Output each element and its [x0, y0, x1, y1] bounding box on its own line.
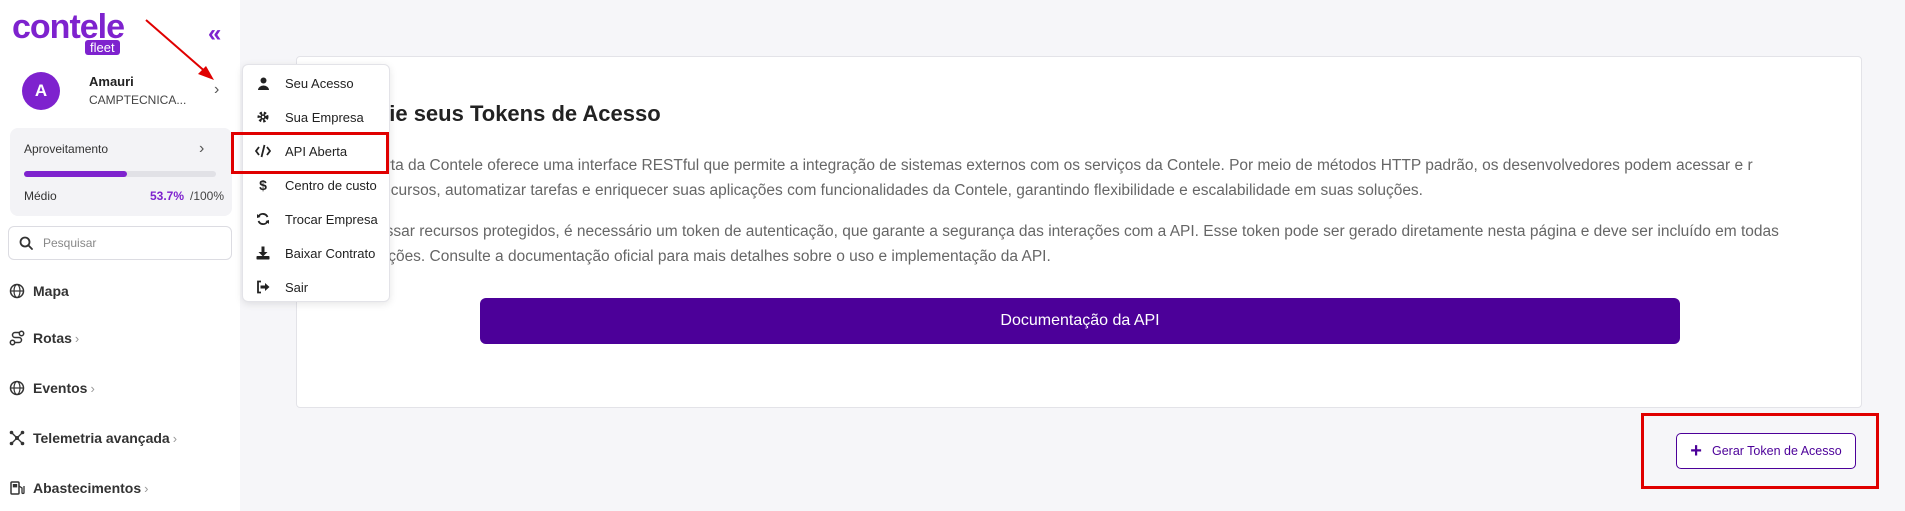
sidebar-item-eventos[interactable]: Eventos ›: [8, 375, 95, 401]
route-icon: [8, 329, 26, 347]
sidebar-item-label: Telemetria avançada: [33, 430, 170, 446]
highlight-box-api-aberta: [231, 132, 389, 174]
menu-item-sair[interactable]: Sair: [243, 272, 389, 302]
page-title: cie seus Tokens de Acesso: [377, 101, 661, 126]
fuel-icon: [8, 479, 26, 497]
performance-title: Aproveitamento: [24, 142, 109, 156]
globe-icon: [8, 282, 26, 300]
api-description: erta da Contele oferece uma interface RE…: [377, 157, 1753, 199]
performance-total: /100%: [190, 189, 225, 203]
annotation-arrow-icon: [145, 19, 214, 80]
api-documentation-button[interactable]: Documentação da API: [480, 298, 1680, 344]
chevron-right-icon: ›: [74, 330, 80, 346]
search-icon: [19, 236, 33, 250]
logout-icon: [255, 279, 271, 295]
logo-wordmark: contele: [12, 8, 125, 46]
sidebar-item-rotas[interactable]: Rotas ›: [8, 325, 79, 351]
sidebar-item-label: Abastecimentos: [33, 480, 142, 496]
sidebar-item-abastecimentos[interactable]: Abastecimentos ›: [8, 475, 149, 501]
user-dropdown-menu: Seu Acesso Sua Empresa API Aberta $ Cent…: [242, 64, 390, 302]
api-tokens-card: cie seus Tokens de Acesso erta da Contel…: [296, 56, 1862, 408]
sidebar-item-telemetria[interactable]: Telemetria avançada ›: [8, 425, 177, 451]
user-icon: [255, 75, 271, 91]
chevron-right-icon: ›: [90, 380, 95, 396]
menu-item-label: Trocar Empresa: [285, 211, 378, 227]
menu-item-label: Baixar Contrato: [285, 245, 376, 261]
menu-item-baixar-contrato[interactable]: Baixar Contrato: [243, 238, 389, 268]
menu-item-sua-empresa[interactable]: Sua Empresa: [243, 102, 389, 132]
menu-item-seu-acesso[interactable]: Seu Acesso: [243, 68, 389, 98]
performance-percent: 53.7%: [150, 189, 185, 203]
search-input[interactable]: [43, 233, 223, 253]
highlight-box-generate-token: [1641, 413, 1879, 489]
chevron-right-icon: ›: [144, 480, 149, 496]
network-icon: [8, 429, 26, 447]
sidebar-item-mapa[interactable]: Mapa: [8, 278, 69, 304]
menu-item-label: Sua Empresa: [285, 109, 364, 125]
user-company: CAMPTECNICA...: [89, 93, 187, 107]
logo-subtitle: fleet: [85, 40, 120, 55]
chevron-right-icon[interactable]: ›: [199, 140, 204, 158]
menu-item-label: Sair: [285, 279, 309, 295]
sidebar-item-label: Eventos: [33, 380, 88, 396]
dollar-icon: $: [259, 177, 267, 193]
performance-bar-fill: [24, 171, 128, 177]
chevron-right-icon: ›: [172, 430, 178, 446]
menu-item-label: Seu Acesso: [285, 75, 354, 91]
performance-level: Médio: [24, 189, 57, 203]
menu-item-centro-de-custo[interactable]: $ Centro de custo: [243, 170, 389, 200]
gear-icon: [255, 109, 271, 125]
contele-logo[interactable]: contele fleet: [12, 10, 132, 56]
search-box[interactable]: [8, 226, 232, 260]
user-name: Amauri: [89, 74, 134, 89]
performance-card[interactable]: Aproveitamento › Médio 53.7% /100%: [10, 128, 232, 216]
sync-icon: [255, 211, 271, 227]
menu-item-trocar-empresa[interactable]: Trocar Empresa: [243, 204, 389, 234]
globe-icon: [8, 379, 26, 397]
avatar: A: [22, 72, 60, 110]
token-description: essar recursos protegidos, é necessário …: [377, 223, 1779, 265]
sidebar-item-label: Rotas: [33, 330, 72, 346]
performance-bar: [24, 171, 216, 177]
sidebar-item-label: Mapa: [33, 283, 69, 299]
menu-item-label: Centro de custo: [285, 177, 377, 193]
download-icon: [255, 245, 271, 261]
